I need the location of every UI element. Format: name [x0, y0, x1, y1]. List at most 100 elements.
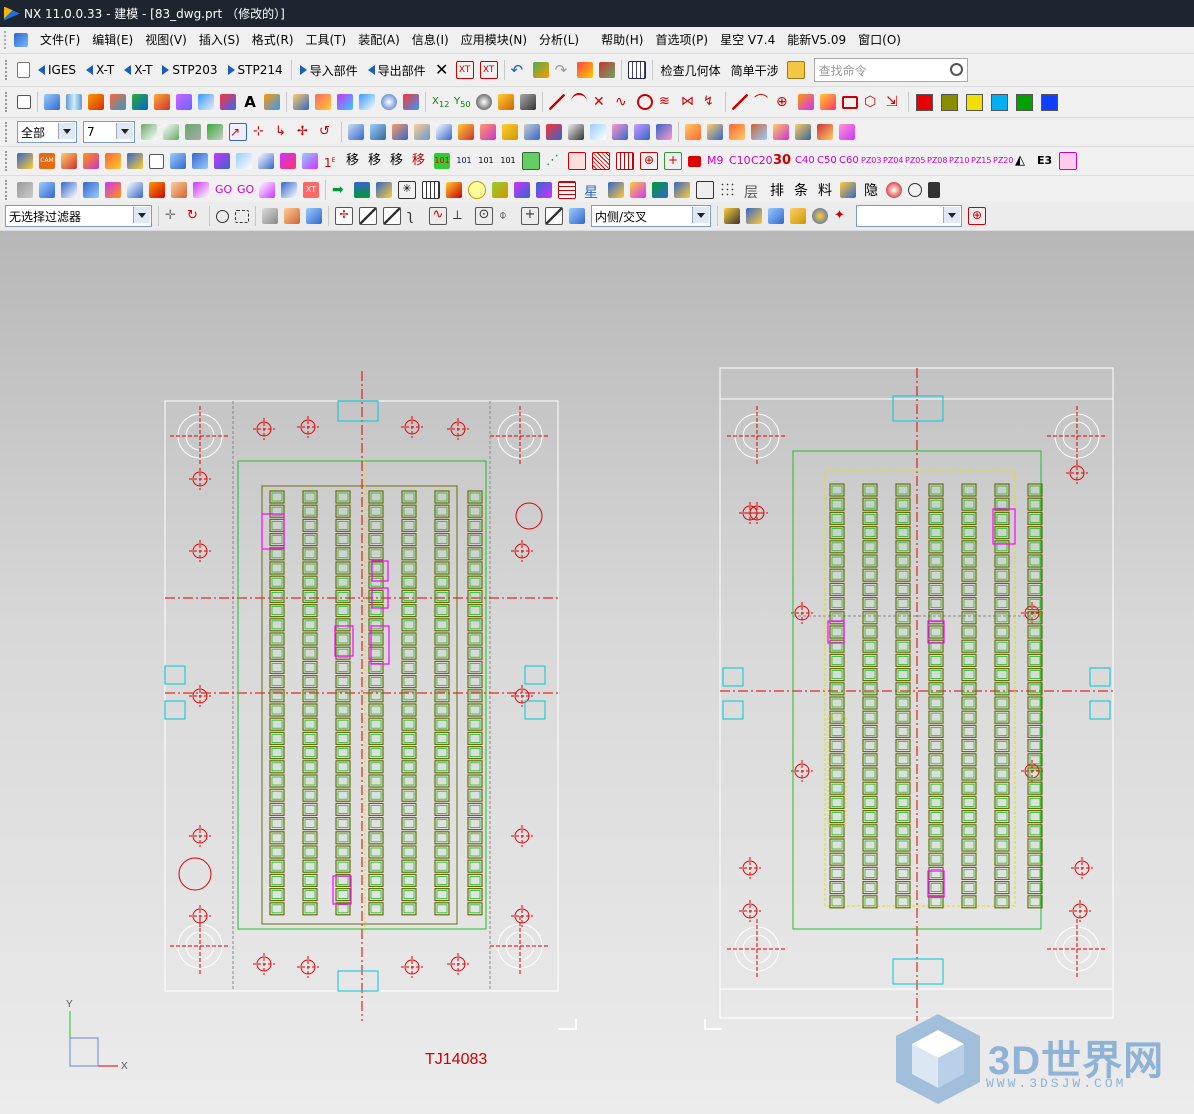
export-part-button[interactable]: 导出部件: [363, 59, 431, 81]
line-red-icon[interactable]: [549, 94, 565, 110]
person-icon[interactable]: [446, 182, 462, 198]
menu-information[interactable]: 信息(I): [406, 28, 455, 52]
view-section-icon[interactable]: [546, 124, 562, 140]
grid-small-icon[interactable]: [422, 181, 440, 199]
frame-icon[interactable]: [568, 152, 586, 170]
view-shaded-icon[interactable]: [458, 124, 474, 140]
runner-icon[interactable]: [214, 153, 230, 169]
pink-doc-icon[interactable]: [1059, 152, 1077, 170]
c60-icon[interactable]: C60: [839, 153, 859, 169]
menu-format[interactable]: 格式(R): [246, 28, 300, 52]
paint-icon[interactable]: [630, 182, 646, 198]
export-icon[interactable]: [746, 208, 762, 224]
offset-icon[interactable]: ≋: [659, 94, 675, 110]
pattern-icon[interactable]: [403, 94, 419, 110]
pz10-icon[interactable]: PZ10: [949, 153, 969, 169]
snap-perp-icon[interactable]: ⟂: [453, 208, 469, 224]
tool-2-icon[interactable]: [39, 182, 55, 198]
trim-icon[interactable]: [359, 94, 375, 110]
select-rect-icon[interactable]: [235, 209, 249, 223]
sketch-icon[interactable]: [110, 94, 126, 110]
add-icon[interactable]: +: [664, 152, 682, 170]
hand-icon[interactable]: [790, 208, 806, 224]
number-1-icon[interactable]: 1E: [324, 153, 340, 170]
bom-icon[interactable]: [302, 153, 318, 169]
view-edge-icon[interactable]: [502, 124, 518, 140]
curve-icon[interactable]: ⌒: [754, 94, 770, 110]
spline-icon[interactable]: ∿: [615, 94, 631, 110]
e3-icon[interactable]: E3: [1037, 153, 1053, 169]
component-icon[interactable]: [707, 124, 723, 140]
xy-icon[interactable]: X12: [432, 94, 449, 110]
tool-14-icon[interactable]: XT: [303, 182, 319, 198]
snap-icon[interactable]: ✛: [165, 208, 181, 224]
tool-10-icon[interactable]: GO: [215, 182, 232, 198]
mirror-assembly-icon[interactable]: [817, 124, 833, 140]
menu-help[interactable]: 帮助(H): [595, 28, 649, 52]
view-front-icon[interactable]: [348, 124, 364, 140]
move-1-icon[interactable]: 移: [368, 153, 384, 169]
pin-down-icon[interactable]: [376, 182, 392, 198]
wcs-orient-icon[interactable]: ↺: [319, 124, 335, 140]
tools-icon[interactable]: [576, 62, 593, 78]
move-icon[interactable]: 移: [346, 153, 362, 169]
wave-icon[interactable]: ⋰: [546, 153, 562, 169]
view-right-icon[interactable]: [392, 124, 408, 140]
view-zoom-icon[interactable]: [590, 124, 606, 140]
wcs-dynamic-icon[interactable]: ✢: [297, 124, 313, 140]
grip-handle[interactable]: [5, 151, 10, 171]
xt-import-button[interactable]: X-T: [81, 59, 119, 81]
c40-icon[interactable]: C40: [795, 153, 815, 169]
select-box-icon[interactable]: [17, 95, 31, 109]
layer-visible-icon[interactable]: [207, 124, 223, 140]
xt-export-button[interactable]: X-T: [119, 59, 157, 81]
color-cyan-swatch[interactable]: [991, 93, 1008, 111]
select-center-icon[interactable]: [216, 209, 229, 223]
plug-icon[interactable]: [536, 182, 552, 198]
color-olive-swatch[interactable]: [941, 93, 958, 111]
cooling-icon[interactable]: [127, 153, 143, 169]
magic-icon[interactable]: [514, 182, 530, 198]
snap-shield-icon[interactable]: [569, 208, 585, 224]
menu-file[interactable]: 文件(F): [34, 28, 86, 52]
mold-wizard-icon[interactable]: [17, 153, 33, 169]
view-wire-icon[interactable]: [480, 124, 496, 140]
selection-scope-dropdown[interactable]: 全部: [17, 121, 77, 143]
tree-icon[interactable]: [652, 182, 668, 198]
download-icon[interactable]: [354, 182, 370, 198]
n30-icon[interactable]: 30: [773, 153, 791, 169]
bolt-icon[interactable]: [840, 182, 856, 198]
hole-icon[interactable]: [220, 94, 236, 110]
render-icon[interactable]: [498, 94, 514, 110]
arc-icon[interactable]: [571, 93, 587, 111]
pz05-icon[interactable]: PZ05: [905, 153, 925, 169]
view-rotate-icon[interactable]: [634, 124, 650, 140]
cylinder-icon[interactable]: [66, 94, 82, 110]
color-yellow-swatch[interactable]: [966, 93, 983, 111]
screw-icon[interactable]: [280, 153, 296, 169]
polygon-icon[interactable]: ⬡: [864, 94, 880, 110]
tiao-button[interactable]: 条: [794, 180, 808, 200]
sphere-icon[interactable]: [381, 94, 397, 110]
n101b-icon[interactable]: 101: [478, 153, 494, 169]
c10-icon[interactable]: C10: [729, 153, 751, 169]
chamfer-icon[interactable]: [198, 94, 214, 110]
close-x-icon[interactable]: ✕: [434, 62, 450, 78]
pai-button[interactable]: 排: [770, 180, 784, 200]
refresh-icon[interactable]: [532, 62, 549, 78]
snap-star-icon[interactable]: ✦: [834, 208, 850, 224]
intersect-mode-dropdown[interactable]: 内侧/交叉: [591, 205, 711, 227]
stp203-button[interactable]: STP203: [157, 59, 222, 81]
square-icon[interactable]: [149, 153, 164, 169]
mirror-icon[interactable]: ⋈: [681, 94, 697, 110]
explode-icon[interactable]: [751, 124, 767, 140]
wcs-origin-icon[interactable]: ⊹: [253, 124, 269, 140]
select-rotate-icon[interactable]: ↻: [187, 208, 203, 224]
wrench-icon[interactable]: [492, 182, 508, 198]
text-a-icon[interactable]: A: [242, 94, 258, 110]
print-icon[interactable]: [724, 208, 740, 224]
measure-icon[interactable]: [264, 94, 280, 110]
fillet-icon[interactable]: ↯: [703, 94, 719, 110]
snap-spline-icon[interactable]: ∿: [429, 207, 447, 225]
snap-arc-icon[interactable]: ʅ: [407, 208, 423, 224]
